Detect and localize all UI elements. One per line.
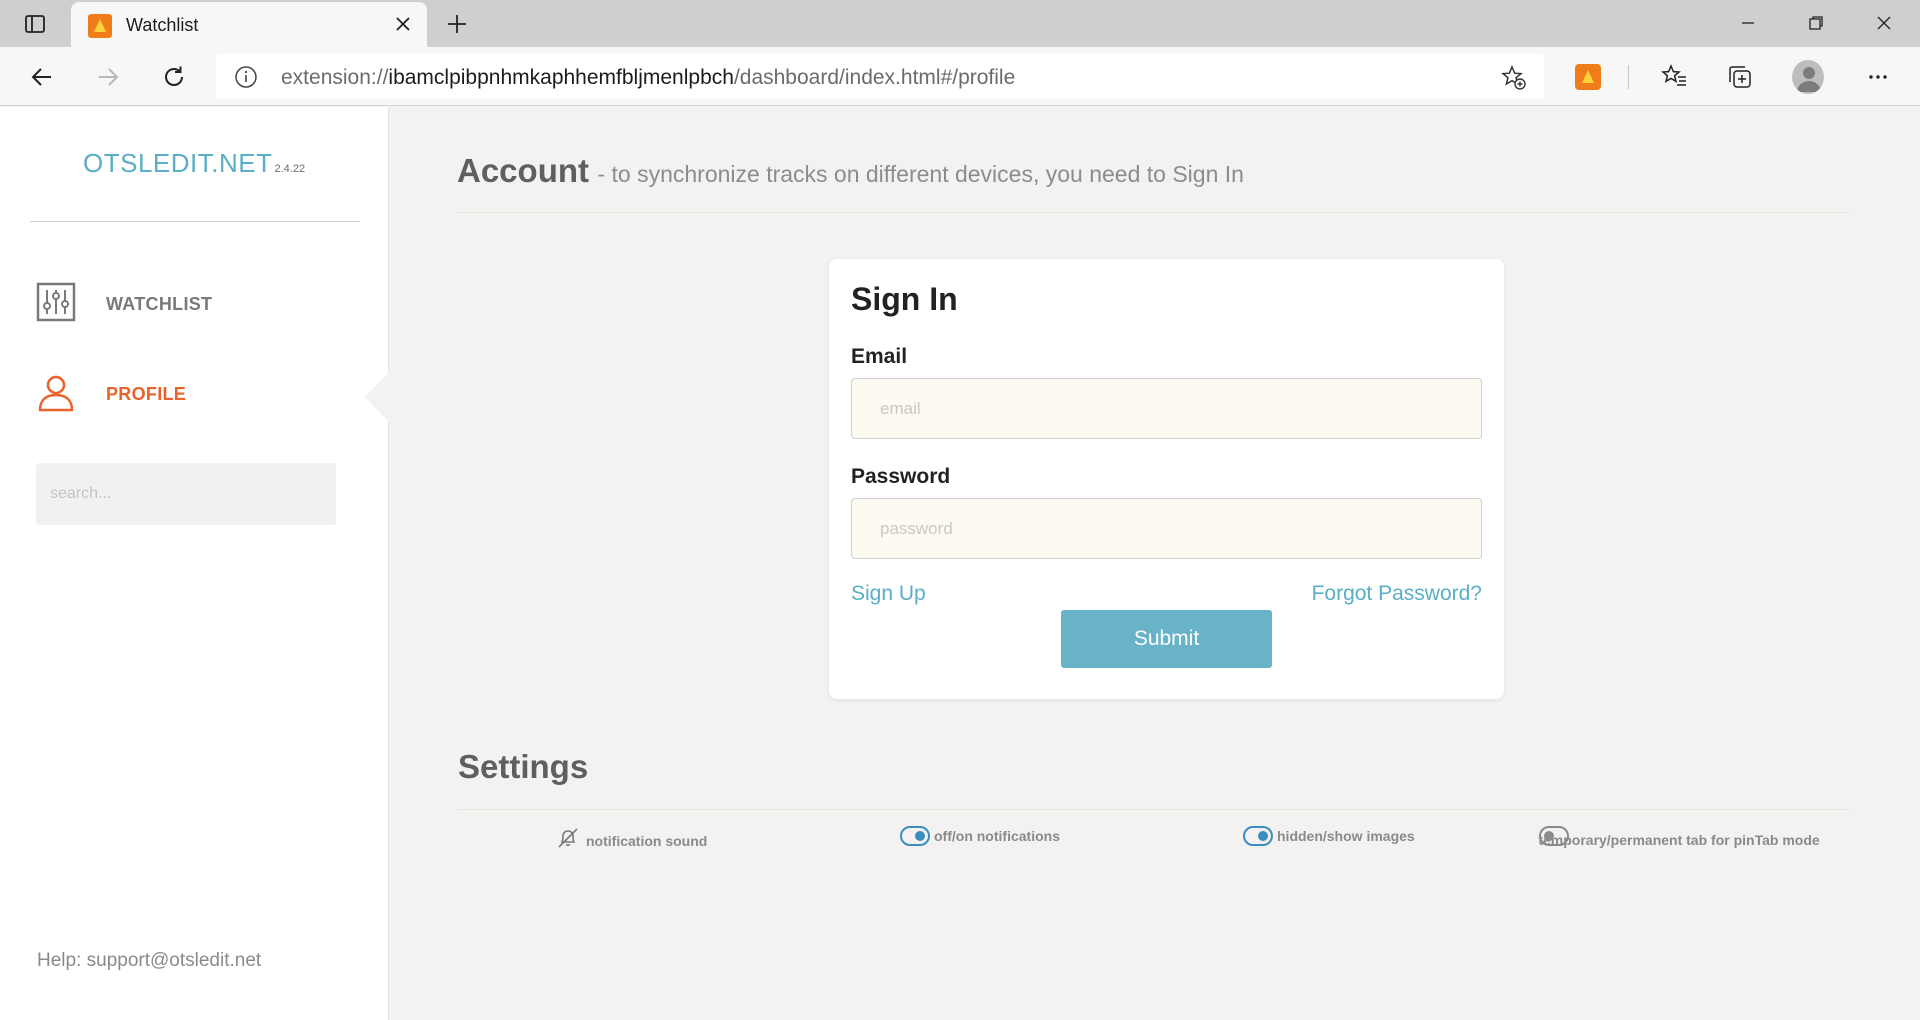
sidebar-item-label: PROFILE (106, 383, 187, 404)
tab-title: Watchlist (126, 15, 199, 35)
browser-tab[interactable]: Watchlist (71, 2, 427, 47)
forward-icon[interactable] (89, 58, 127, 96)
url-path: /dashboard/index.html#/profile (733, 66, 1016, 89)
logo-text: OTSLEDIT.NET (83, 148, 273, 178)
profile-avatar-icon[interactable] (1792, 60, 1824, 94)
browser-tab-bar: Watchlist (0, 0, 1920, 47)
restore-icon[interactable] (1788, 6, 1844, 40)
account-title: Account (457, 152, 589, 189)
password-label: Password (851, 465, 951, 488)
setting-label: hidden/show images (1277, 828, 1415, 844)
extension-favicon-icon (88, 14, 112, 38)
sidebar: OTSLEDIT.NET2.4.22 WATCHLIST PROFILE Hel… (0, 107, 389, 1020)
extension-otsledit-icon[interactable] (1572, 61, 1604, 93)
collections-icon[interactable] (1724, 61, 1756, 93)
app-logo[interactable]: OTSLEDIT.NET 2.4.22 (83, 148, 305, 179)
signup-link[interactable]: Sign Up (851, 582, 926, 606)
minimize-icon[interactable] (1720, 6, 1776, 40)
sidebar-divider (30, 221, 360, 222)
section-divider (458, 809, 1850, 810)
section-divider (458, 212, 1850, 213)
refresh-icon[interactable] (155, 58, 193, 96)
help-contact[interactable]: Help: support@otsledit.net (37, 950, 261, 972)
signin-card: Sign In Email Password Sign Up Forgot Pa… (829, 259, 1504, 699)
tab-actions-icon[interactable] (14, 9, 56, 39)
account-header: Account - to synchronize tracks on diffe… (457, 152, 1244, 190)
url-scheme: extension:// (281, 66, 389, 89)
address-bar[interactable]: extension://ibamclpibpnhmkaphhemfbljmenl… (216, 54, 1544, 99)
setting-label: off/on notifications (934, 828, 1060, 844)
close-tab-icon[interactable] (391, 12, 415, 36)
password-field[interactable] (851, 498, 1482, 559)
active-item-indicator (365, 372, 389, 422)
setting-label: notification sound (586, 832, 708, 849)
site-info-icon[interactable] (234, 65, 258, 89)
user-icon (36, 372, 76, 417)
signin-heading: Sign In (851, 281, 958, 317)
email-field[interactable] (851, 378, 1482, 439)
browser-toolbar: extension://ibamclpibpnhmkaphhemfbljmenl… (0, 47, 1920, 106)
submit-button[interactable]: Submit (1061, 610, 1272, 668)
new-tab-icon[interactable] (442, 9, 472, 39)
close-window-icon[interactable] (1856, 6, 1912, 40)
toolbar-separator (1628, 65, 1629, 89)
sidebar-item-profile[interactable]: PROFILE (36, 369, 186, 419)
sidebar-item-watchlist[interactable]: WATCHLIST (36, 279, 212, 329)
more-menu-icon[interactable] (1862, 61, 1894, 93)
setting-label: temporary/permanent tab for pinTab mode (1538, 832, 1820, 848)
app-version: 2.4.22 (274, 163, 306, 175)
search-input[interactable] (36, 463, 336, 525)
images-toggle[interactable] (1243, 826, 1273, 846)
setting-notifications: off/on notifications (900, 826, 1060, 846)
settings-title: Settings (458, 748, 589, 785)
email-label: Email (851, 345, 908, 368)
add-favorite-icon[interactable] (1500, 64, 1528, 92)
forgot-password-link[interactable]: Forgot Password? (1312, 582, 1482, 606)
favorites-icon[interactable] (1658, 61, 1690, 93)
sliders-icon (36, 282, 76, 327)
back-icon[interactable] (23, 58, 61, 96)
url-text[interactable]: extension://ibamclpibpnhmkaphhemfbljmenl… (281, 66, 1015, 90)
account-subtitle: - to synchronize tracks on different dev… (597, 161, 1244, 187)
setting-images: hidden/show images (1243, 826, 1415, 846)
muted-bell-icon[interactable] (556, 826, 580, 855)
url-host: ibamclpibpnhmkaphhemfbljmenlpbch (388, 66, 734, 89)
notifications-toggle[interactable] (900, 826, 930, 846)
setting-notification-sound: notification sound (556, 826, 707, 855)
sidebar-item-label: WATCHLIST (106, 293, 213, 314)
